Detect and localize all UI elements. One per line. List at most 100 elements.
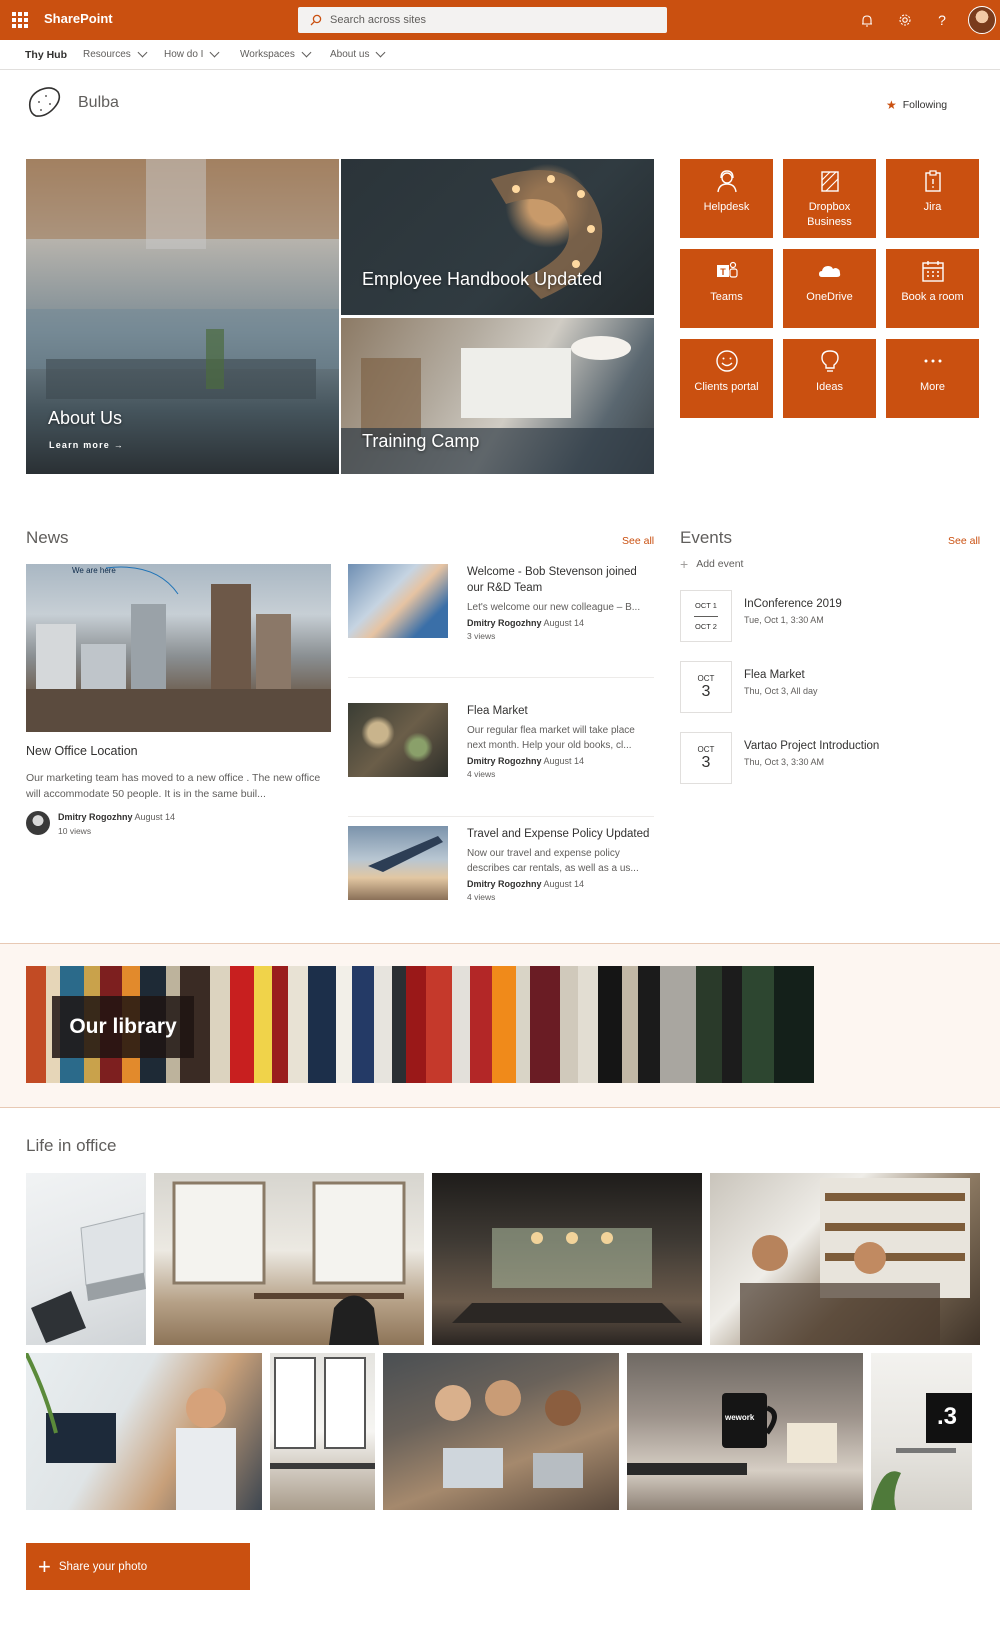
news-item-description: Now our travel and expense policy descri… [467, 848, 639, 874]
quick-link-dropbox[interactable]: Dropbox Business [783, 159, 876, 238]
quick-links: Helpdesk Dropbox Business Jira T Teams O… [680, 159, 980, 421]
search-input[interactable]: Search across sites [330, 14, 426, 26]
events-see-all-link[interactable]: See all [948, 535, 980, 547]
smiley-icon [715, 350, 738, 372]
event-date: OCT 3 [680, 661, 732, 713]
hero-tile-handbook[interactable]: Employee Handbook Updated [341, 159, 654, 315]
laptop-photo [31, 1212, 146, 1343]
author-name: Dmitry Rogozhny [467, 879, 542, 889]
hero-tile-training[interactable]: Training Camp [341, 318, 654, 474]
news-item-title[interactable]: Travel and Expense Policy Updated [467, 826, 654, 842]
author-name: Dmitry Rogozhny [58, 812, 133, 822]
quick-link-helpdesk[interactable]: Helpdesk [680, 159, 773, 238]
window-desk-photo [172, 1181, 406, 1345]
quick-link-ideas[interactable]: Ideas [783, 339, 876, 418]
app-name[interactable]: SharePoint [44, 11, 113, 26]
nav-item-about-us[interactable]: About us [330, 47, 386, 60]
news-date: August 14 [134, 812, 176, 822]
event-date: OCT 3 [680, 732, 732, 784]
quick-link-teams[interactable]: T Teams [680, 249, 773, 328]
chevron-down-icon [210, 47, 220, 58]
marquee-letter-photo [491, 170, 603, 299]
search-box[interactable]: Search across sites [298, 7, 667, 33]
nav-item-how-do-i[interactable]: How do I [164, 47, 220, 60]
plus-icon: + [680, 556, 689, 572]
share-photo-button[interactable]: + Share your photo [26, 1543, 250, 1590]
featured-news-title[interactable]: New Office Location [26, 744, 138, 758]
following-button[interactable]: ★ Following [886, 98, 947, 112]
bookshelf-people-photo [740, 1178, 970, 1345]
site-title[interactable]: Bulba [78, 94, 119, 112]
news-item-title[interactable]: Welcome - Bob Stevenson joined our R&D T… [467, 564, 654, 596]
news-item[interactable]: Flea Market Our regular flea market will… [348, 703, 654, 817]
nav-item-resources[interactable]: Resources [83, 47, 148, 60]
gallery-photo[interactable] [710, 1173, 980, 1345]
more-icon [924, 359, 941, 363]
gallery-photo[interactable] [26, 1353, 262, 1510]
gallery-photo[interactable]: .3 [871, 1353, 972, 1510]
library-title[interactable]: Our library [52, 996, 194, 1058]
news-item-title[interactable]: Flea Market [467, 703, 654, 719]
event-title[interactable]: InConference 2019 [744, 598, 842, 610]
news-see-all-link[interactable]: See all [622, 535, 654, 547]
gallery-photo[interactable] [154, 1173, 424, 1345]
quick-link-more[interactable]: More [886, 339, 979, 418]
potato-logo-icon[interactable] [24, 82, 64, 122]
nav-item-workspaces[interactable]: Workspaces [240, 47, 312, 60]
event-title[interactable]: Vartao Project Introduction [744, 740, 879, 752]
library-section: Our library [0, 943, 1000, 1108]
help-icon[interactable]: ? [932, 10, 952, 30]
event-item[interactable]: OCT 1 OCT 2 InConference 2019 Tue, Oct 1… [680, 590, 990, 642]
chevron-down-icon [137, 47, 148, 58]
add-event-button[interactable]: + Add event [680, 556, 743, 572]
news-thumbnail [348, 826, 448, 900]
site-header: Bulba ★ Following [0, 70, 1000, 140]
gallery-photo[interactable] [383, 1353, 619, 1510]
featured-news-description: Our marketing team has moved to a new of… [26, 772, 321, 800]
event-date-range: OCT 1 OCT 2 [680, 590, 732, 642]
nav-item-thy-hub[interactable]: Thy Hub [25, 49, 67, 61]
plant-shelf-photo [871, 1393, 972, 1510]
mug-desk-photo [627, 1393, 837, 1475]
event-title[interactable]: Flea Market [744, 669, 818, 681]
events-title: Events [680, 528, 732, 547]
news-item-description: Let's welcome our new colleague – B... [467, 602, 641, 613]
featured-news-image[interactable]: We are here [26, 564, 331, 732]
desk-window-photo [270, 1357, 375, 1469]
news-item-description: Our regular flea market will take place … [467, 725, 635, 751]
event-item[interactable]: OCT 3 Flea Market Thu, Oct 3, All day [680, 661, 990, 713]
gallery-photo[interactable] [432, 1173, 702, 1345]
gallery-photo[interactable] [270, 1353, 375, 1510]
news-item[interactable]: Travel and Expense Policy Updated Now ou… [348, 826, 654, 940]
news-item[interactable]: Welcome - Bob Stevenson joined our R&D T… [348, 564, 654, 678]
search-icon [310, 14, 322, 26]
quick-link-onedrive[interactable]: OneDrive [783, 249, 876, 328]
user-avatar[interactable] [968, 6, 996, 34]
gear-icon[interactable] [895, 10, 915, 30]
view-count: 3 views [467, 631, 496, 641]
mug-label: wework [725, 1413, 755, 1422]
hero-section: About Us Learn more → Employee Handbook … [26, 159, 654, 474]
airplane-wing-photo [368, 836, 443, 872]
quick-link-jira[interactable]: Jira [886, 159, 979, 238]
helpdesk-icon [716, 170, 737, 193]
quick-link-book-room[interactable]: Book a room [886, 249, 979, 328]
hub-navigation: Thy Hub Resources How do I Workspaces Ab… [0, 40, 1000, 70]
hero-tile-about-us[interactable]: About Us Learn more → [26, 159, 339, 474]
gallery-photo[interactable] [26, 1173, 146, 1345]
view-count: 4 views [467, 892, 496, 902]
waffle-icon[interactable] [12, 12, 28, 28]
news-thumbnail [348, 564, 448, 638]
featured-news-meta: Dmitry Rogozhny August 14 10 views [58, 812, 175, 836]
author-name: Dmitry Rogozhny [467, 618, 542, 628]
news-date: August 14 [543, 756, 585, 766]
bell-icon[interactable] [857, 10, 877, 30]
gallery-photo[interactable]: wework [627, 1353, 863, 1510]
event-item[interactable]: OCT 3 Vartao Project Introduction Thu, O… [680, 732, 990, 784]
event-time: Thu, Oct 3, All day [744, 686, 818, 696]
learn-more-link[interactable]: Learn more → [49, 440, 124, 450]
star-icon: ★ [886, 98, 897, 112]
hero-title: Training Camp [362, 431, 480, 451]
hero-title: About Us [48, 408, 123, 428]
quick-link-clients-portal[interactable]: Clients portal [680, 339, 773, 418]
